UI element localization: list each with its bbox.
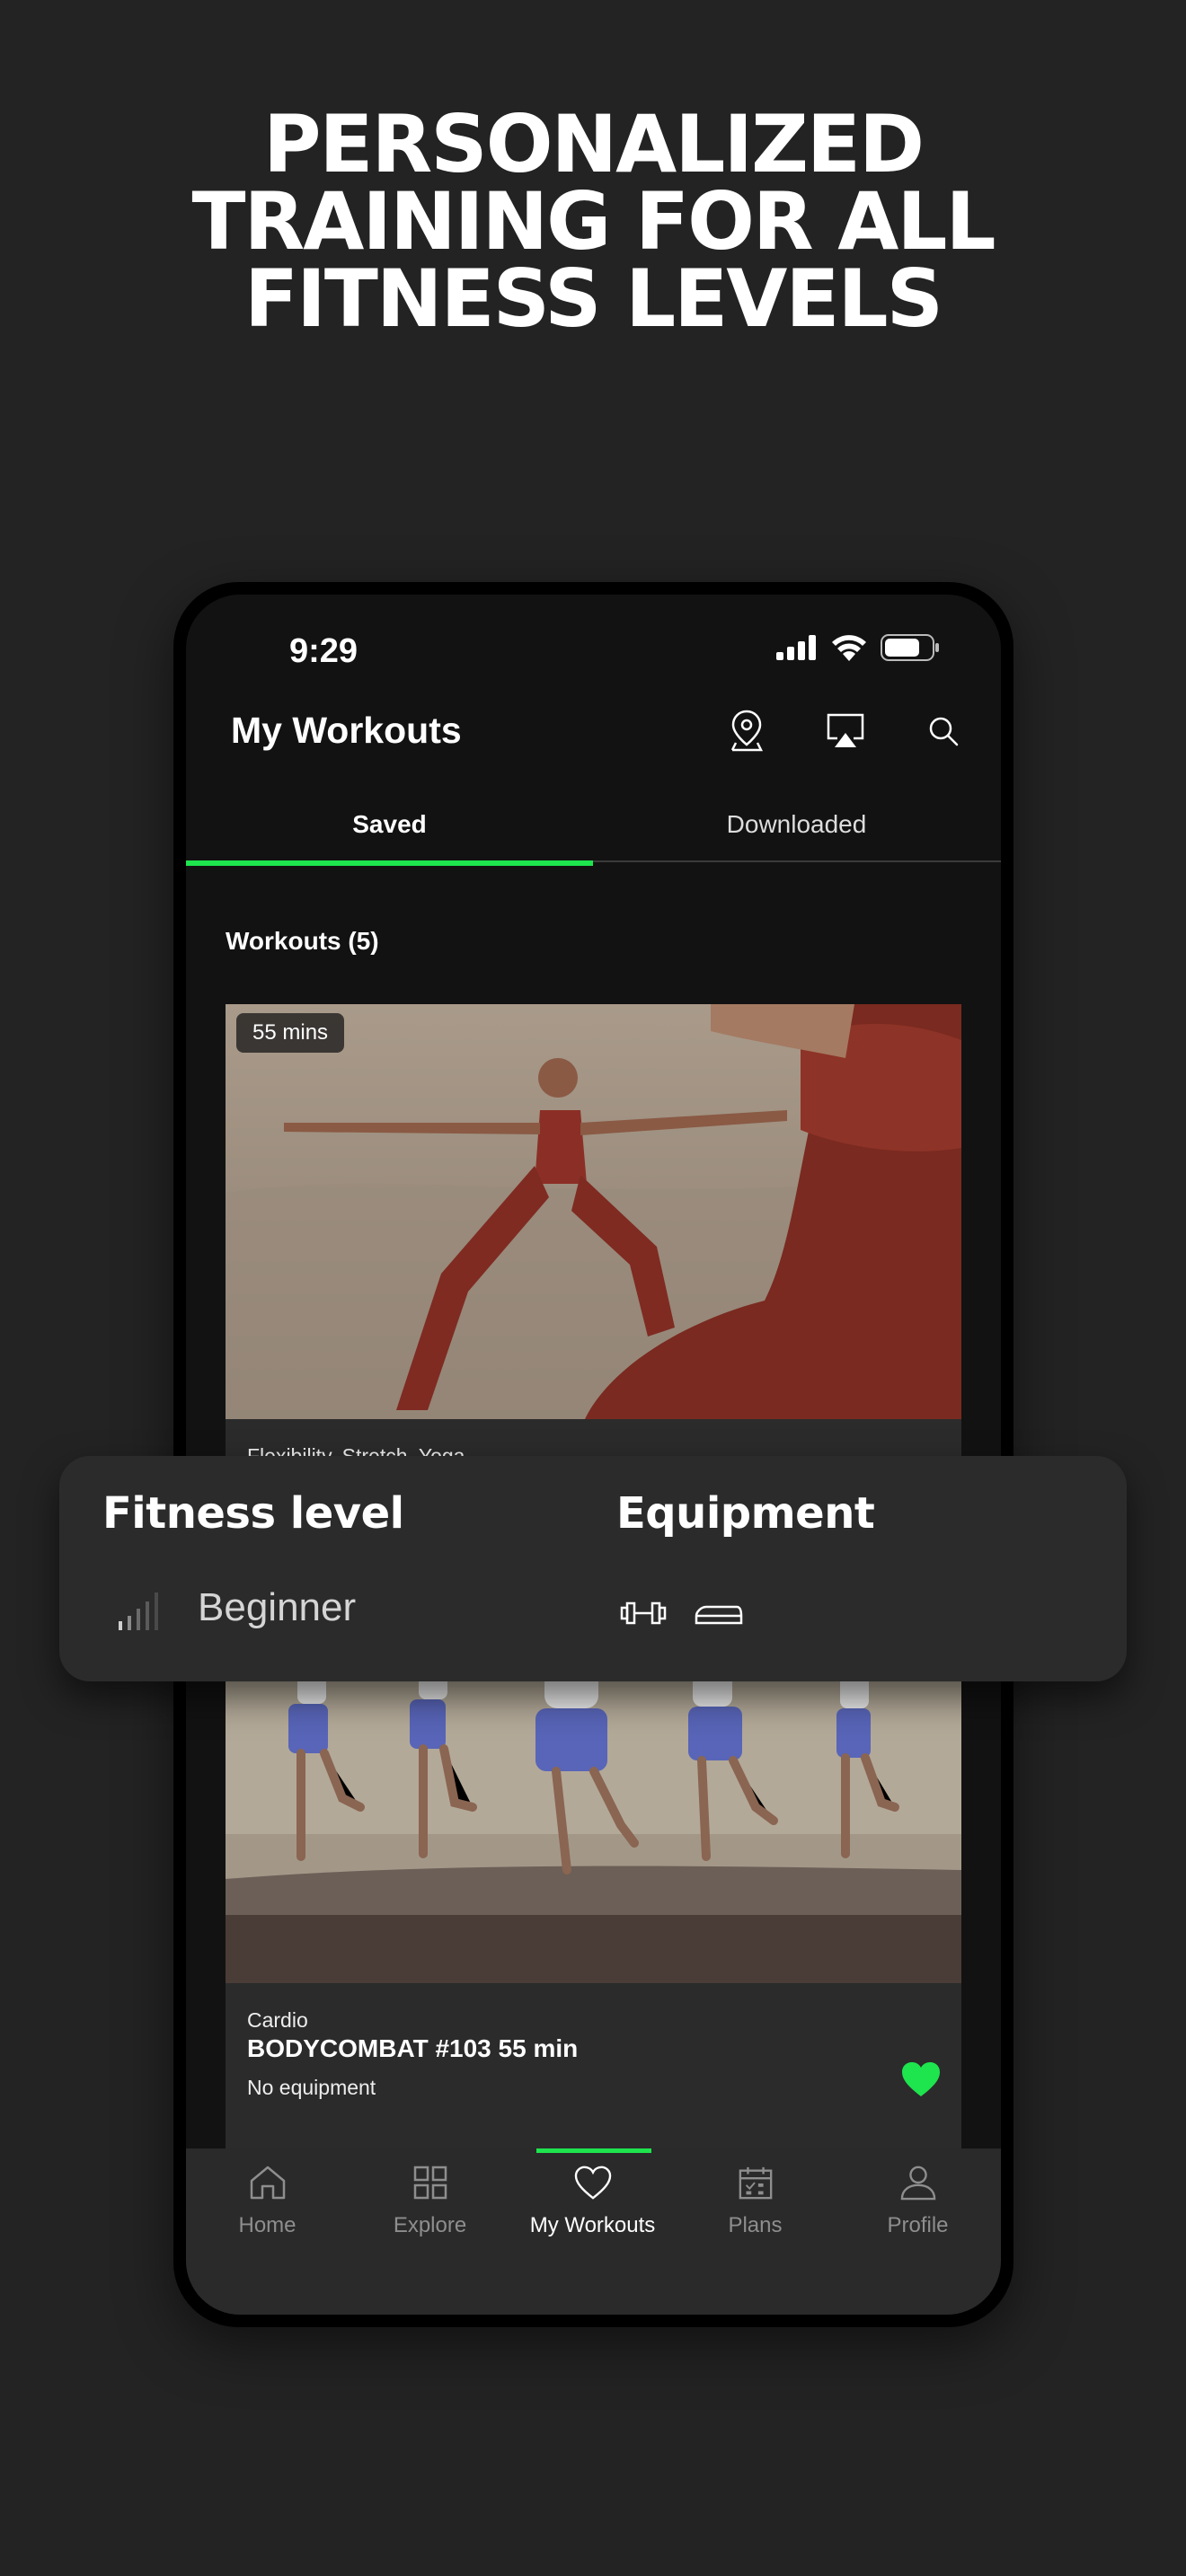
grid-icon	[413, 2166, 447, 2200]
equipment-title: Equipment	[616, 1488, 875, 1539]
fitness-level-value: Beginner	[198, 1585, 357, 1629]
headline-line-3: FITNESS LEVELS	[244, 252, 943, 345]
cellular-signal-icon	[776, 635, 816, 660]
location-pin-icon[interactable]	[721, 706, 772, 756]
phone-frame: 9:29 My Workouts Saved Downloaded Workou…	[173, 582, 1013, 2327]
duration-badge: 55 mins	[236, 1013, 345, 1053]
headline-line-2: TRAINING FOR ALL	[191, 175, 996, 268]
nav-item-plans[interactable]: Plans	[674, 2165, 836, 2238]
phone-screen: 9:29 My Workouts Saved Downloaded Workou…	[186, 595, 1001, 2315]
heart-icon	[574, 2166, 611, 2200]
nav-label-plans: Plans	[728, 2213, 783, 2237]
workout-thumbnail: 55 mins	[226, 1004, 961, 1419]
nav-label-profile: Profile	[887, 2213, 949, 2237]
workout-name: BODYCOMBAT #103 55 min	[247, 2034, 579, 2062]
dumbbell-icon	[620, 1601, 667, 1625]
status-icons	[776, 634, 940, 661]
nav-item-my-workouts[interactable]: My Workouts	[511, 2165, 674, 2238]
nav-item-explore[interactable]: Explore	[349, 2165, 511, 2238]
tab-downloaded[interactable]: Downloaded	[593, 799, 1000, 862]
nav-item-home[interactable]: Home	[186, 2165, 349, 2238]
bottom-nav: Home Explore My Workouts Plans Profile	[186, 2148, 1001, 2315]
user-icon	[900, 2166, 935, 2201]
airplay-icon[interactable]	[820, 706, 871, 756]
workout-card[interactable]: 55 mins Flexibility, Stretch, Yoga	[226, 1004, 961, 1471]
nav-label-explore: Explore	[393, 2213, 467, 2237]
nav-active-indicator	[536, 2148, 651, 2153]
headline: PERSONALIZED TRAINING FOR ALL FITNESS LE…	[0, 98, 1186, 345]
search-icon[interactable]	[918, 706, 969, 756]
tab-saved[interactable]: Saved	[186, 799, 593, 866]
page-title: My Workouts	[231, 710, 462, 751]
status-time: 9:29	[289, 632, 358, 670]
workout-card[interactable]: Cardio BODYCOMBAT #103 55 min No equipme…	[226, 1619, 961, 2148]
card-meta: Cardio BODYCOMBAT #103 55 min No equipme…	[226, 1983, 961, 2100]
nav-label-home: Home	[238, 2213, 296, 2237]
fitness-info-panel: Fitness level Beginner Equipment	[59, 1456, 1127, 1681]
fitness-level-title: Fitness level	[102, 1488, 404, 1539]
calendar-icon	[739, 2166, 772, 2200]
step-platform-icon	[695, 1605, 743, 1625]
battery-icon	[881, 634, 939, 661]
nav-item-profile[interactable]: Profile	[836, 2165, 999, 2238]
workouts-count-title: Workouts (5)	[226, 927, 379, 955]
heart-filled-icon[interactable]	[900, 2060, 942, 2098]
nav-label-my-workouts: My Workouts	[529, 2213, 656, 2237]
tab-bar: Saved Downloaded	[186, 799, 1001, 866]
headline-line-1: PERSONALIZED	[262, 98, 925, 190]
workout-category: Cardio	[247, 2008, 308, 2032]
signal-strength-icon	[119, 1592, 158, 1630]
wifi-icon	[832, 635, 866, 661]
workout-equipment: No equipment	[247, 2076, 376, 2099]
home-icon	[250, 2166, 285, 2200]
